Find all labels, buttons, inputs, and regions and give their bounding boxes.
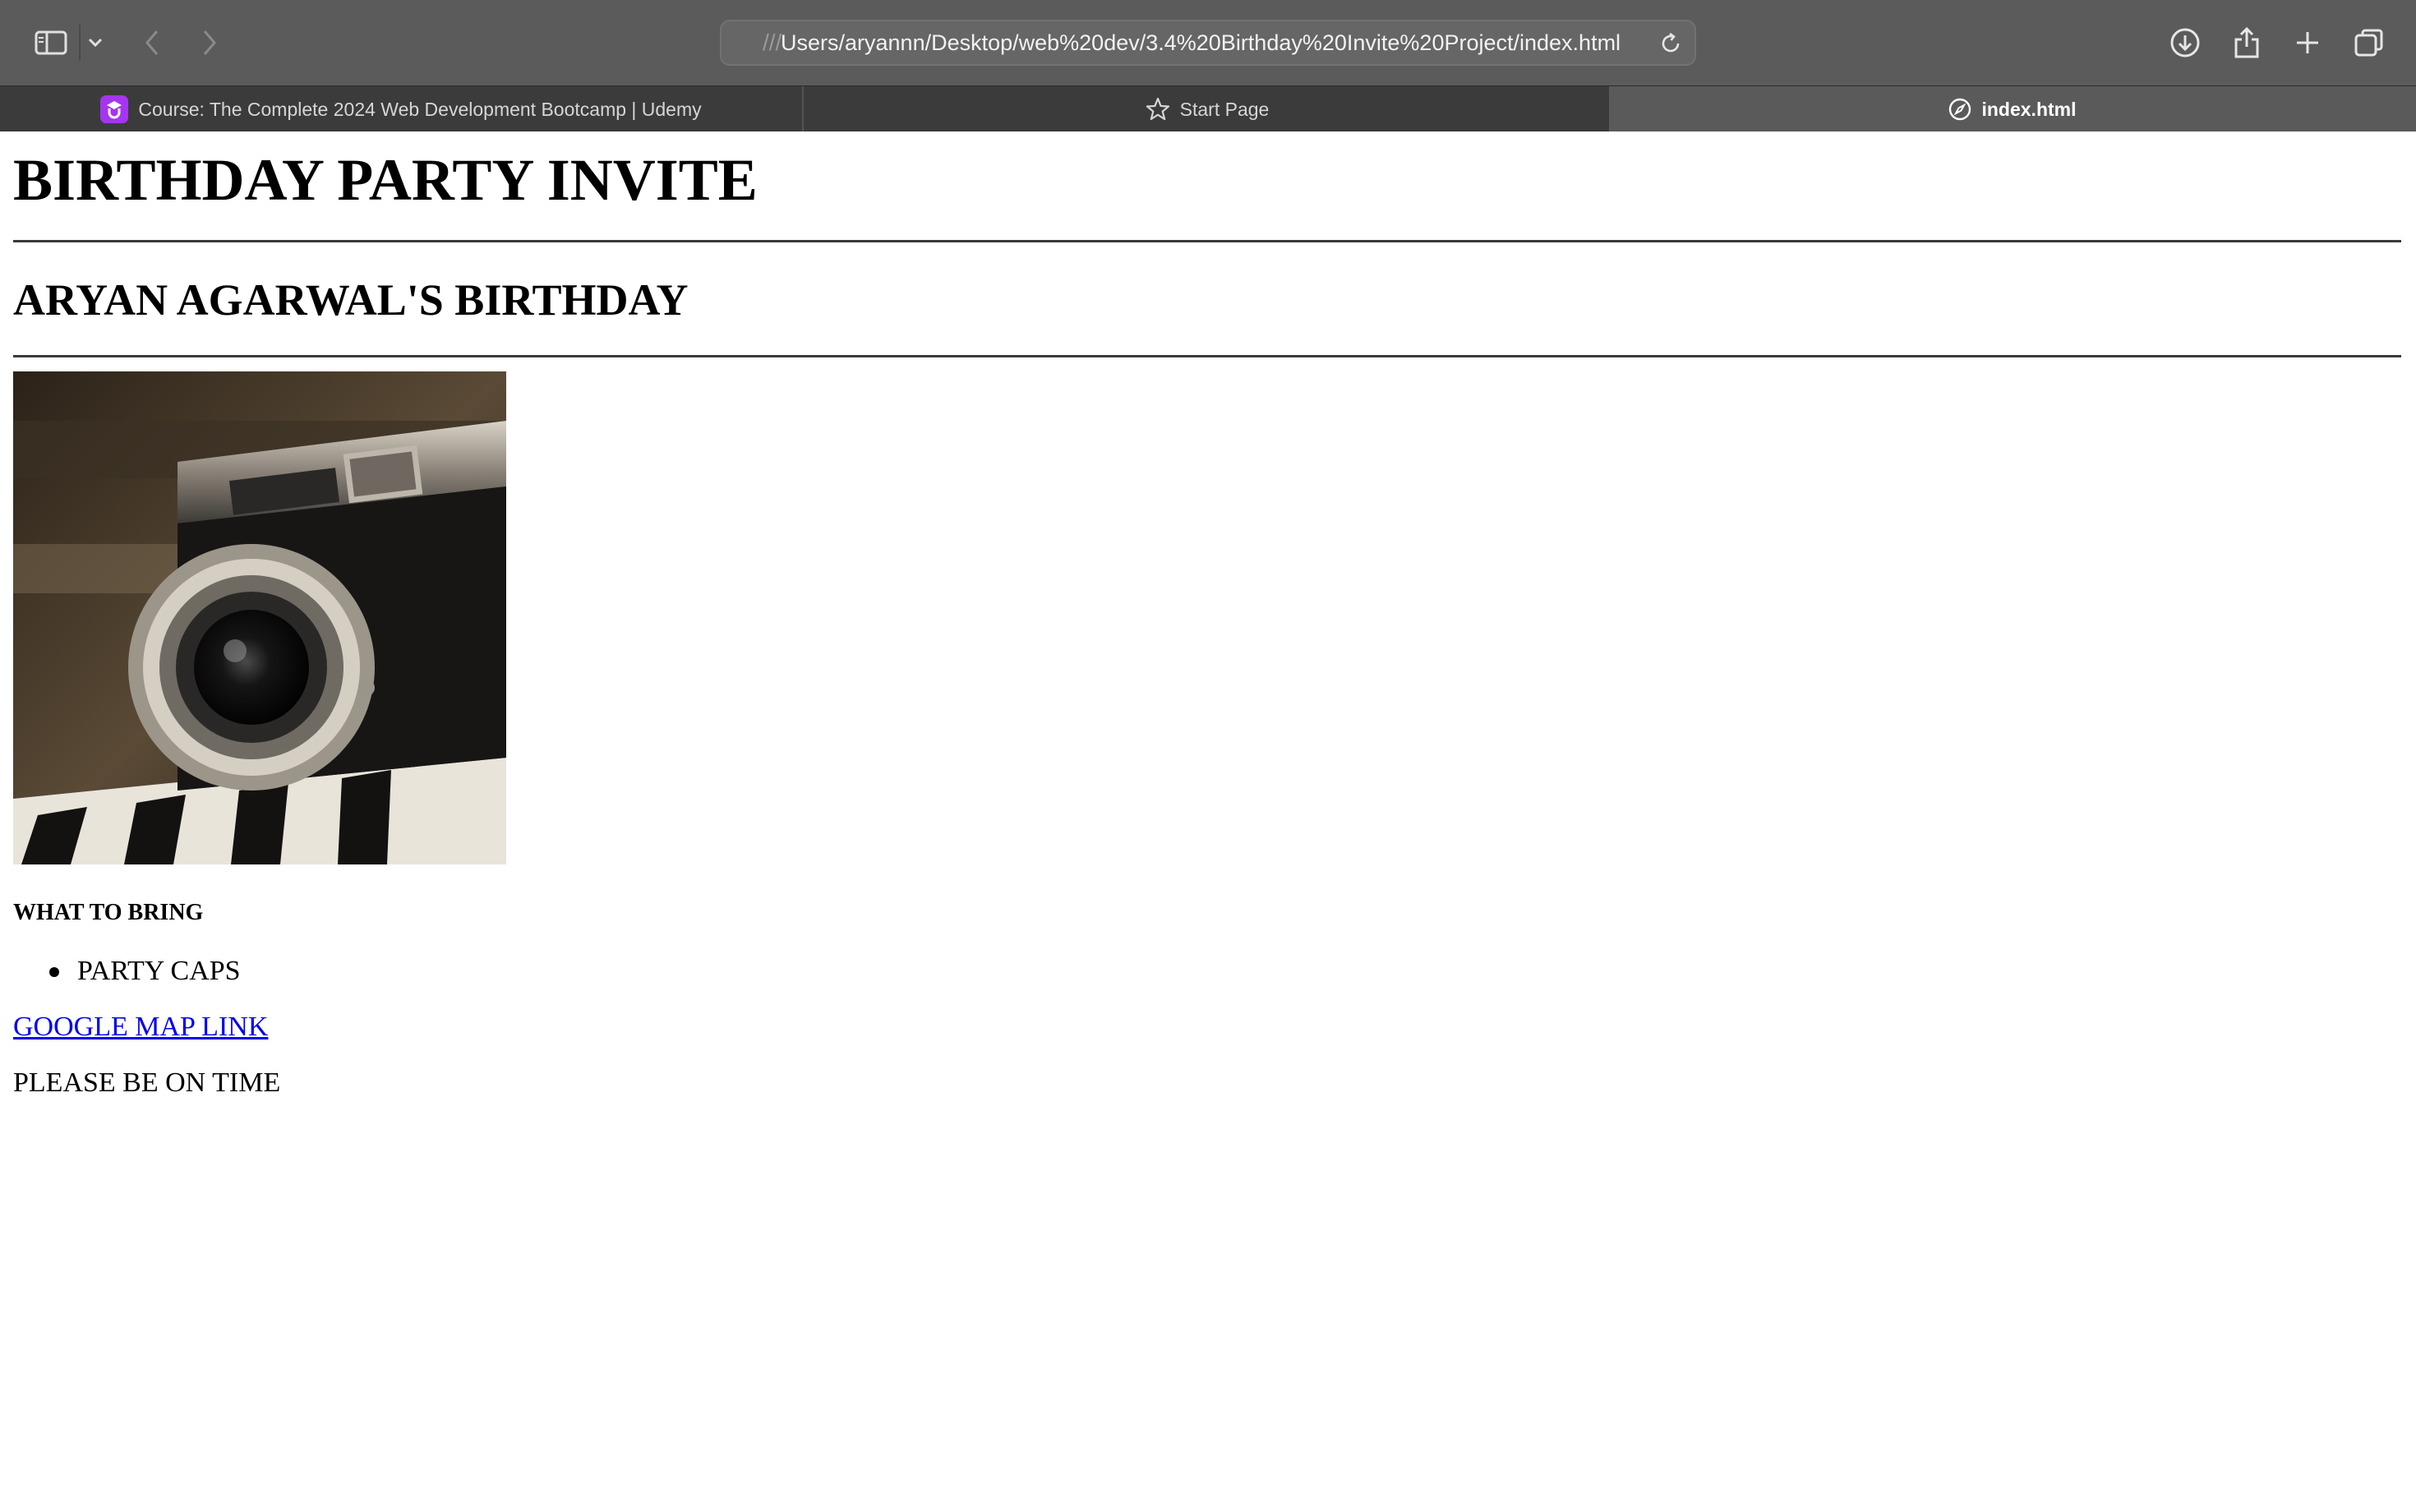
compass-icon [1949, 98, 1971, 121]
tab-label: Course: The Complete 2024 Web Developmen… [138, 98, 702, 120]
google-map-link[interactable]: GOOGLE MAP LINK [13, 1011, 268, 1044]
forward-button[interactable] [197, 18, 222, 67]
download-icon [2170, 28, 2200, 58]
tab-label: index.html [1981, 98, 2077, 120]
tab-start-page[interactable]: Start Page [805, 86, 1609, 132]
address-url: Users/aryannn/Desktop/web%20dev/3.4%20Bi… [781, 30, 1621, 55]
plus-icon [2297, 32, 2318, 53]
list-item: PARTY CAPS [0, 955, 241, 988]
address-prefix: /// [763, 30, 782, 55]
tabs-icon [2354, 29, 2383, 57]
sidebar-toggle-button[interactable] [33, 18, 69, 67]
star-icon [1146, 97, 1169, 121]
downloads-button[interactable] [2168, 18, 2202, 67]
share-icon [2234, 26, 2259, 58]
new-tab-button[interactable] [2291, 18, 2324, 67]
horizontal-rule [13, 240, 2401, 242]
tab-overview-button[interactable] [2352, 18, 2386, 67]
tab-label: Start Page [1179, 98, 1270, 120]
page-title: BIRTHDAY PARTY INVITE [13, 147, 758, 213]
address-bar[interactable]: /// Users/aryannn/Desktop/web%20dev/3.4%… [720, 20, 1696, 66]
chevron-left-icon [145, 30, 159, 55]
tab-bar: Course: The Complete 2024 Web Developmen… [0, 85, 2416, 132]
birthday-heading: ARYAN AGARWAL'S BIRTHDAY [13, 275, 689, 325]
share-button[interactable] [2230, 18, 2263, 67]
vintage-camera-photo [13, 371, 506, 864]
sidebar-menu-button[interactable] [85, 18, 105, 67]
what-to-bring-heading: WHAT TO BRING [13, 900, 204, 925]
web-page: BIRTHDAY PARTY INVITE ARYAN AGARWAL'S BI… [0, 131, 2416, 1512]
bullet [49, 967, 59, 977]
browser-toolbar: /// Users/aryannn/Desktop/web%20dev/3.4%… [0, 0, 2416, 85]
chevron-down-icon [88, 38, 103, 48]
udemy-icon [100, 95, 129, 123]
sidebar-icon [35, 30, 67, 55]
horizontal-rule [13, 355, 2401, 357]
bring-list: PARTY CAPS [0, 955, 241, 988]
tab-index-html[interactable]: index.html [1609, 86, 2416, 132]
be-on-time-text: PLEASE BE ON TIME [13, 1067, 281, 1098]
chevron-right-icon [203, 30, 216, 55]
toolbar-divider [79, 25, 81, 61]
back-button[interactable] [140, 18, 164, 67]
reload-icon[interactable] [1658, 31, 1683, 56]
tab-udemy-course[interactable]: Course: The Complete 2024 Web Developmen… [0, 86, 804, 132]
list-item-text: PARTY CAPS [77, 956, 241, 986]
